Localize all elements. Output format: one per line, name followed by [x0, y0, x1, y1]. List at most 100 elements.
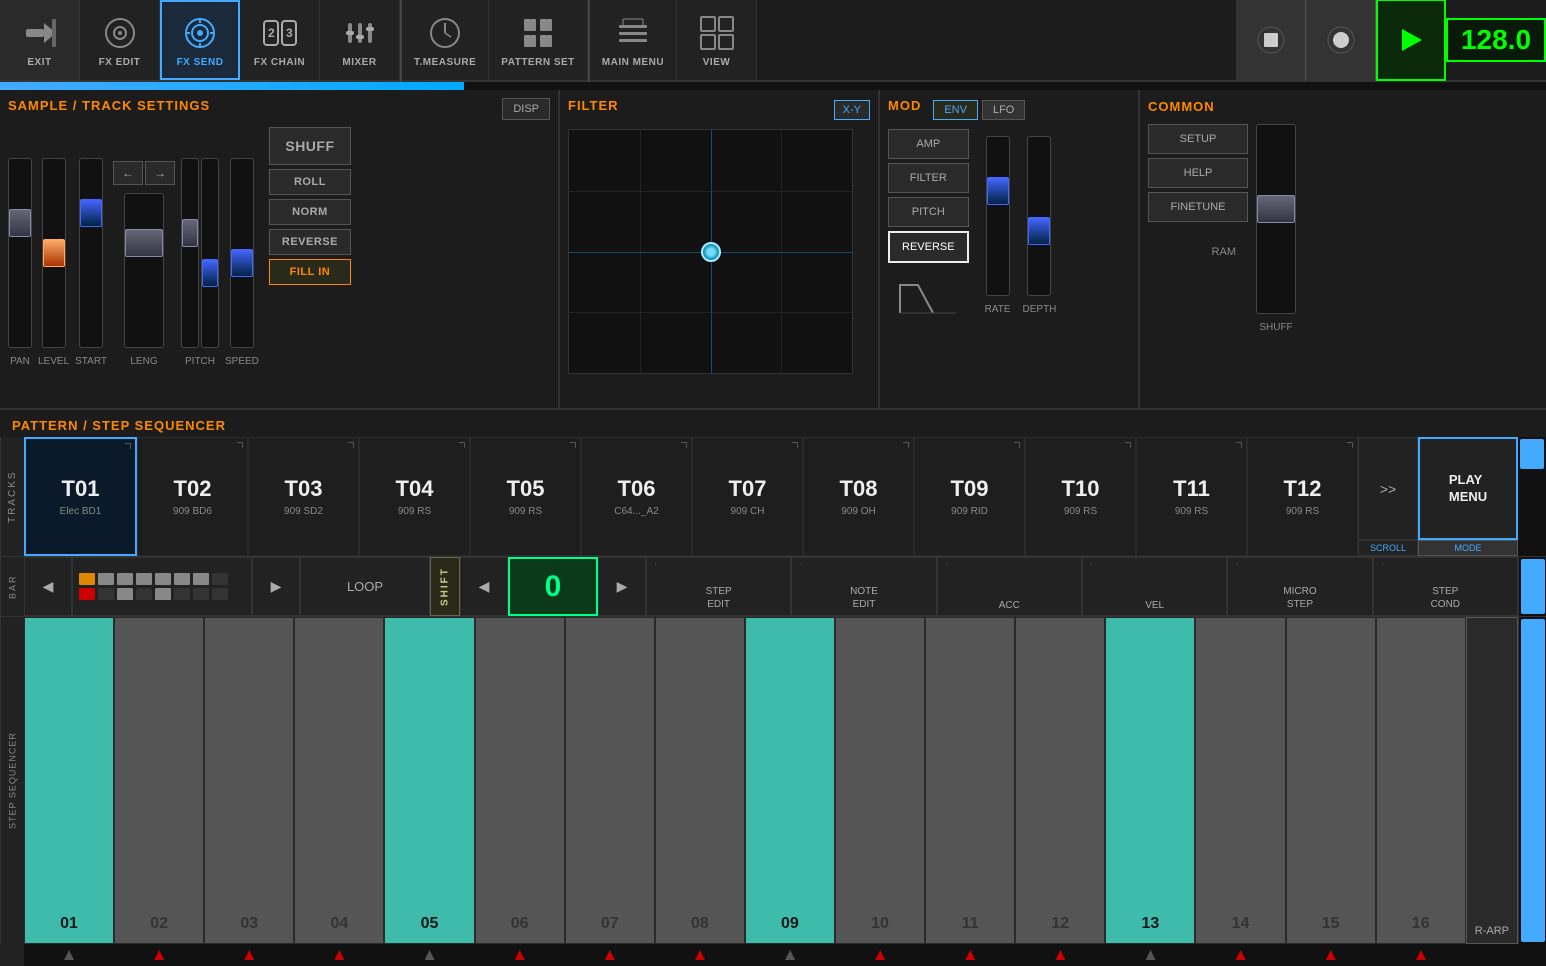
nav-fx-chain-btn[interactable]: 23 FX CHAIN — [240, 0, 320, 80]
pitch-thumb-right[interactable] — [202, 259, 218, 287]
bar-next-btn[interactable]: ▶ — [252, 557, 300, 616]
step-next-btn[interactable]: ▶ — [598, 557, 646, 616]
amp-button[interactable]: AMP — [888, 129, 969, 159]
note-edit-btn[interactable]: ' NOTEEDIT — [791, 557, 936, 616]
disp-button[interactable]: DISP — [502, 98, 550, 120]
pan-slider-thumb[interactable] — [9, 209, 31, 237]
r-arp-button[interactable]: R-ARP — [1466, 617, 1518, 944]
pitch-slider-left[interactable] — [181, 158, 199, 348]
nav-t-measure-btn[interactable]: T.MEASURE — [402, 0, 489, 80]
step-pad-05[interactable]: 05 — [384, 617, 474, 944]
step-pad-14[interactable]: 14 — [1195, 617, 1285, 944]
shuff-button[interactable]: SHUFF — [269, 127, 351, 165]
pitch-thumb-left[interactable] — [182, 219, 198, 247]
step-pad-07[interactable]: 07 — [565, 617, 655, 944]
track-t09[interactable]: T09 909 RID — [914, 437, 1025, 556]
speed-slider[interactable] — [230, 158, 254, 348]
track-scroll-btn[interactable]: >> — [1358, 437, 1418, 540]
step-pad-03[interactable]: 03 — [204, 617, 294, 944]
depth-slider[interactable] — [1027, 136, 1051, 296]
loop-btn[interactable]: LOOP — [300, 557, 430, 616]
filter-pad[interactable] — [568, 129, 853, 374]
leng-left-arrow[interactable]: ← — [113, 161, 143, 185]
step-pad-08[interactable]: 08 — [655, 617, 745, 944]
reverse-mod-button[interactable]: REVERSE — [888, 231, 969, 263]
reverse-button[interactable]: REVERSE — [269, 229, 351, 255]
shift-btn[interactable]: SHIFT — [430, 557, 460, 616]
track-t11[interactable]: T11 909 RS — [1136, 437, 1247, 556]
level-slider[interactable] — [42, 158, 66, 348]
play-btn[interactable] — [1376, 0, 1446, 81]
pad-scroll-thumb[interactable] — [1521, 619, 1545, 942]
rate-thumb[interactable] — [987, 177, 1009, 205]
pitch-slider-right[interactable] — [201, 158, 219, 348]
nav-fx-edit-btn[interactable]: FX EDIT — [80, 0, 160, 80]
leng-slider-thumb[interactable] — [125, 229, 163, 257]
bar-prev-btn[interactable]: ◀ — [24, 557, 72, 616]
step-scroll-thumb[interactable] — [1521, 559, 1545, 614]
help-button[interactable]: HELP — [1148, 158, 1248, 188]
step-pad-06[interactable]: 06 — [475, 617, 565, 944]
nav-fx-send-btn[interactable]: FX SEND — [160, 0, 240, 80]
step-edit-btn[interactable]: ' STEPEDIT — [646, 557, 791, 616]
step-cond-btn[interactable]: ' STEPCOND — [1373, 557, 1518, 616]
step-pad-12[interactable]: 12 — [1015, 617, 1105, 944]
step-pad-11[interactable]: 11 — [925, 617, 1015, 944]
leng-slider[interactable] — [124, 193, 164, 348]
xy-button[interactable]: X-Y — [834, 100, 870, 120]
start-slider-thumb[interactable] — [80, 199, 102, 227]
lfo-tab[interactable]: LFO — [982, 100, 1025, 120]
step-pad-09[interactable]: 09 — [745, 617, 835, 944]
track-t05[interactable]: T05 909 RS — [470, 437, 581, 556]
track-t01[interactable]: T01 Elec BD1 — [24, 437, 137, 556]
depth-thumb[interactable] — [1028, 217, 1050, 245]
stop-btn[interactable] — [1236, 0, 1306, 81]
env-tab[interactable]: ENV — [933, 100, 978, 120]
track-t02[interactable]: T02 909 BD6 — [137, 437, 248, 556]
acc-btn[interactable]: ' ACC — [937, 557, 1082, 616]
track-t12[interactable]: T12 909 RS — [1247, 437, 1358, 556]
leng-right-arrow[interactable]: → — [145, 161, 175, 185]
filter-mod-button[interactable]: FILTER — [888, 163, 969, 193]
track-t06[interactable]: T06 C64..._A2 — [581, 437, 692, 556]
step-prev-btn[interactable]: ◀ — [460, 557, 508, 616]
track-t03[interactable]: T03 909 SD2 — [248, 437, 359, 556]
norm-button[interactable]: NORM — [269, 199, 351, 225]
play-menu-button[interactable]: PLAY MENU — [1418, 437, 1518, 540]
step-pad-02[interactable]: 02 — [114, 617, 204, 944]
roll-button[interactable]: ROLL — [269, 169, 351, 195]
step-pad-01[interactable]: 01 — [24, 617, 114, 944]
track-t04[interactable]: T04 909 RS — [359, 437, 470, 556]
step-pad-04[interactable]: 04 — [294, 617, 384, 944]
nav-main-menu-btn[interactable]: MAIN MENU — [590, 0, 677, 80]
pitch-mod-button[interactable]: PITCH — [888, 197, 969, 227]
micro-step-btn[interactable]: ' MICROSTEP — [1227, 557, 1372, 616]
speed-slider-thumb[interactable] — [231, 249, 253, 277]
nav-pattern-set-btn[interactable]: PATTERN SET — [489, 0, 587, 80]
fill-in-button[interactable]: FILL IN — [269, 259, 351, 285]
step-pad-15[interactable]: 15 — [1286, 617, 1376, 944]
shuff-thumb[interactable] — [1257, 195, 1295, 223]
nav-mixer-btn[interactable]: MIXER — [320, 0, 400, 80]
nav-exit-btn[interactable]: EXIT — [0, 0, 80, 80]
pan-slider[interactable] — [8, 158, 32, 348]
step-pad-13[interactable]: 13 — [1105, 617, 1195, 944]
filter-xy-dot[interactable] — [701, 242, 721, 262]
finetune-button[interactable]: FINETUNE — [1148, 192, 1248, 222]
scrollbar-thumb[interactable] — [1520, 439, 1544, 469]
track-t07[interactable]: T07 909 CH — [692, 437, 803, 556]
mode-button[interactable]: MODE — [1418, 540, 1518, 556]
shuff-slider[interactable] — [1256, 124, 1296, 314]
rate-slider[interactable] — [986, 136, 1010, 296]
start-slider[interactable] — [79, 158, 103, 348]
env-icon — [888, 275, 969, 315]
track-t10[interactable]: T10 909 RS — [1025, 437, 1136, 556]
track-t08[interactable]: T08 909 OH — [803, 437, 914, 556]
level-slider-thumb[interactable] — [43, 239, 65, 267]
record-btn[interactable] — [1306, 0, 1376, 81]
step-pad-16[interactable]: 16 — [1376, 617, 1466, 944]
nav-view-btn[interactable]: VIEW — [677, 0, 757, 80]
vel-btn[interactable]: ' VEL — [1082, 557, 1227, 616]
setup-button[interactable]: SETUP — [1148, 124, 1248, 154]
step-pad-10[interactable]: 10 — [835, 617, 925, 944]
